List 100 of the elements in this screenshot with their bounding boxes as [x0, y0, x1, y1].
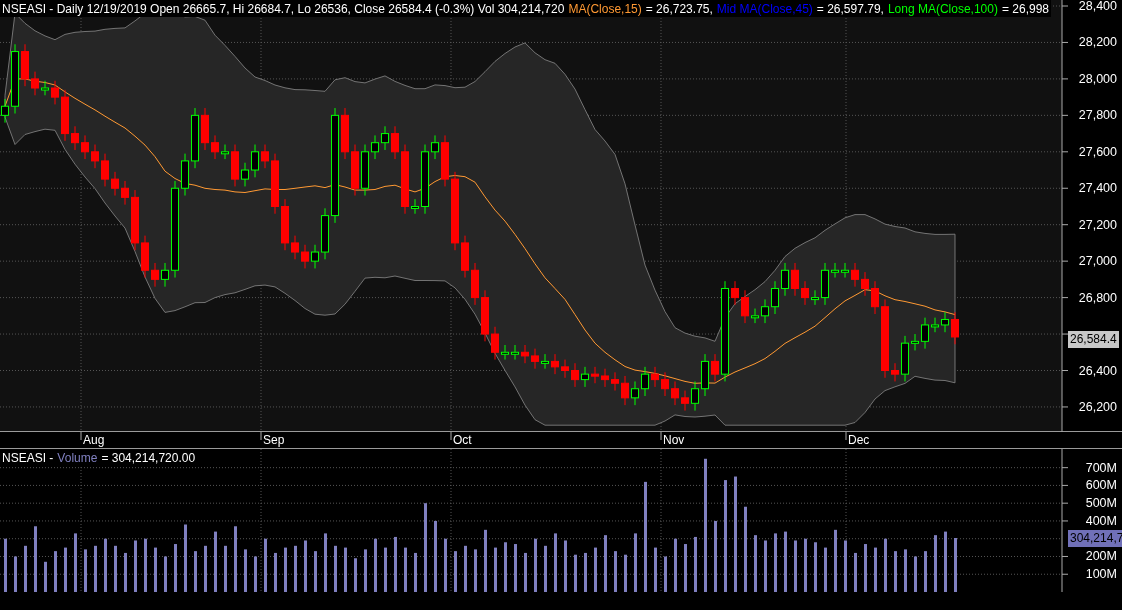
volume-bar	[594, 547, 597, 592]
volume-bar	[754, 535, 757, 592]
axis-tick	[845, 431, 847, 441]
axis-label: 26,200	[1078, 399, 1117, 414]
volume-bar	[304, 540, 307, 592]
last-price-tag: 26,584.4	[1068, 331, 1119, 348]
volume-bar	[4, 538, 7, 592]
chart-info-text: = 26,998	[1001, 0, 1049, 18]
axis-label: Oct	[453, 433, 472, 447]
volume-bar	[544, 545, 547, 592]
volume-bar	[374, 538, 377, 592]
volume-bar	[404, 547, 407, 592]
volume-bar	[574, 554, 577, 592]
volume-bar	[474, 549, 477, 592]
volume-bar	[814, 542, 817, 592]
axis-label: 27,400	[1078, 181, 1117, 196]
volume-bar	[454, 551, 457, 592]
volume-bar	[314, 551, 317, 592]
axis-label: 200M	[1085, 549, 1117, 564]
volume-bar	[954, 538, 957, 592]
volume-bar	[384, 547, 387, 592]
volume-bar	[854, 552, 857, 592]
volume-bar	[24, 545, 27, 592]
axis-label: 27,600	[1078, 144, 1117, 159]
volume-bar	[14, 556, 17, 592]
volume-bar	[164, 556, 167, 592]
volume-bar	[324, 533, 327, 592]
axis-label: 400M	[1085, 513, 1117, 528]
axis-label: 28,400	[1078, 0, 1117, 13]
volume-bar	[464, 545, 467, 592]
volume-bar	[674, 538, 677, 592]
volume-bar	[624, 554, 627, 592]
volume-bar	[844, 540, 847, 592]
volume-bar	[74, 533, 77, 592]
volume-bar	[604, 535, 607, 592]
chart-info-text: MA(Close,15)	[568, 0, 642, 18]
volume-bar	[714, 520, 717, 592]
volume-bar	[784, 531, 787, 592]
volume-bar	[554, 533, 557, 592]
volume-bar	[484, 529, 487, 592]
volume-bar	[504, 542, 507, 592]
volume-bar	[94, 545, 97, 592]
axis-label: Aug	[83, 433, 105, 447]
volume-bar	[214, 531, 217, 592]
volume-bar	[34, 526, 37, 592]
volume-bar	[684, 544, 687, 592]
volume-bar	[144, 538, 147, 592]
volume-bar	[414, 552, 417, 592]
volume-bar	[794, 540, 797, 592]
volume-bar	[804, 538, 807, 592]
volume-bar	[244, 549, 247, 592]
volume-bar	[204, 545, 207, 592]
axis-label: 27,800	[1078, 108, 1117, 123]
volume-bar	[354, 558, 357, 592]
volume-bar	[874, 547, 877, 592]
chart-info-text: Mid MA(Close,45)	[716, 0, 813, 18]
volume-bar	[824, 547, 827, 592]
axis-tick	[450, 431, 452, 441]
volume-bar	[364, 549, 367, 592]
volume-bar	[294, 545, 297, 592]
volume-bar	[54, 551, 57, 592]
volume-bar	[394, 536, 397, 592]
volume-bar	[104, 538, 107, 592]
axis-tick	[260, 431, 262, 441]
volume-bar	[634, 533, 637, 592]
axis-label: 27,000	[1078, 254, 1117, 269]
axis-label: 100M	[1085, 567, 1117, 582]
volume-bar	[774, 533, 777, 592]
volume-bar	[764, 540, 767, 592]
axis-label: Dec	[848, 433, 870, 447]
volume-bar	[914, 556, 917, 592]
axis-label: 600M	[1085, 478, 1117, 493]
volume-bar	[114, 545, 117, 592]
axis-label: Sep	[263, 433, 285, 447]
volume-bar	[234, 526, 237, 592]
volume-bar	[184, 524, 187, 592]
volume-bar	[564, 540, 567, 592]
axis-label: 700M	[1085, 460, 1117, 475]
axis-label: 26,800	[1078, 290, 1117, 305]
chart-info-text: = 304,214,720.00	[101, 449, 196, 467]
volume-bar	[864, 544, 867, 592]
volume-bar	[904, 549, 907, 592]
volume-bar	[924, 551, 927, 592]
volume-bar	[274, 552, 277, 592]
axis-tick	[660, 431, 662, 441]
volume-bar	[694, 536, 697, 592]
axis-tick	[80, 431, 82, 441]
axis-label: 26,400	[1078, 363, 1117, 378]
volume-bar	[334, 545, 337, 592]
chart-info-text: Long MA(Close,100)	[887, 0, 998, 18]
volume-bar	[174, 544, 177, 592]
volume-bar	[444, 538, 447, 592]
volume-bar	[284, 547, 287, 592]
volume-bar	[514, 544, 517, 592]
chart-info-text: NSEASI - Daily 12/19/2019 Open 26665.7, Hi 26684.7, Lo 26536, Close 26584.4 (-0.3%) Vol 304,214,720	[2, 0, 565, 18]
volume-bar	[534, 538, 537, 592]
volume-bar	[524, 552, 527, 592]
volume-bar	[124, 552, 127, 592]
chart-info-text: = 26,723.75,	[645, 0, 713, 18]
volume-bar	[934, 535, 937, 592]
